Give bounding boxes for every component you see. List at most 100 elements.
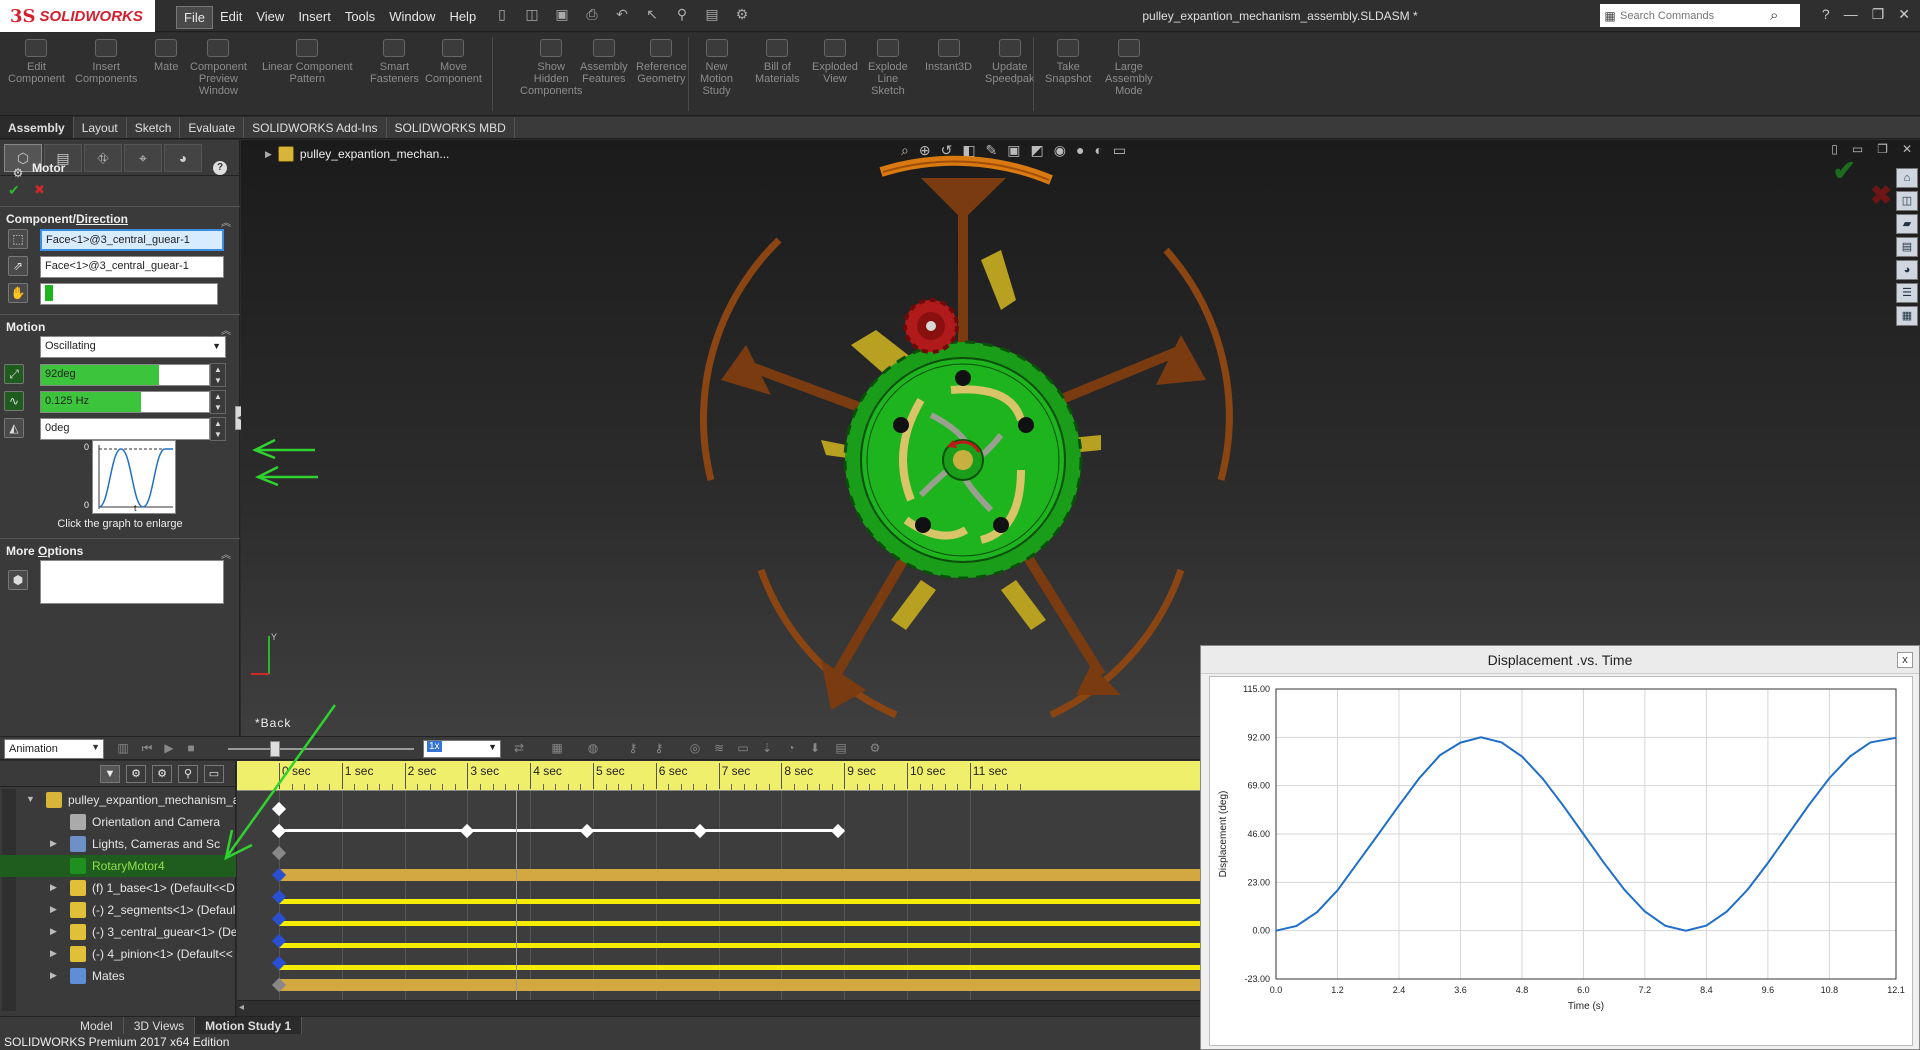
menu-item-file[interactable]: File — [176, 6, 213, 29]
cmd-reference-geometry[interactable]: Reference Geometry — [636, 39, 687, 85]
new-document-icon[interactable]: ▯ — [490, 6, 514, 26]
expand-icon[interactable]: ▶ — [50, 904, 60, 915]
calculate-icon[interactable]: ▥ — [114, 740, 132, 757]
tree-item[interactable]: RotaryMotor4 — [0, 855, 236, 877]
menu-item-help[interactable]: Help — [442, 6, 483, 29]
print-icon[interactable]: ⎙ — [580, 6, 604, 26]
component-face-field[interactable]: Face<1>@3_central_guear-1 — [40, 229, 224, 251]
timeline-row[interactable] — [237, 798, 1200, 820]
timeline-row[interactable] — [237, 908, 1200, 930]
design-library-icon[interactable]: ▰ — [1896, 214, 1918, 234]
cmd-assembly-features[interactable]: Assembly Features — [580, 39, 628, 85]
playback-speed-select[interactable]: 1x ▼ — [423, 740, 501, 758]
keyframe[interactable] — [692, 823, 707, 839]
tab-layout[interactable]: Layout — [74, 117, 127, 138]
tree-item[interactable]: ▼ pulley_expantion_mechanism_a — [0, 789, 236, 811]
collapse-all-icon[interactable]: ▭ — [204, 765, 224, 783]
keyframe[interactable] — [460, 823, 475, 839]
play-icon[interactable]: ▶ — [160, 740, 178, 757]
motor-tool-icon[interactable]: ◎ — [686, 740, 704, 757]
tab-motion-study-1[interactable]: Motion Study 1 — [195, 1017, 303, 1034]
menu-item-window[interactable]: Window — [382, 6, 442, 29]
cancel-button[interactable]: ✖ — [34, 182, 45, 198]
tree-item[interactable]: ▶ (f) 1_base<1> (Default<<D — [0, 877, 236, 899]
confirm-cancel-icon[interactable]: ✖ — [1870, 180, 1892, 211]
timeline-row[interactable] — [237, 842, 1200, 864]
timeline-row[interactable] — [237, 974, 1200, 996]
expand-icon[interactable]: ▶ — [50, 970, 60, 981]
timeline-row[interactable] — [237, 820, 1200, 842]
keyframe[interactable] — [830, 823, 845, 839]
cmd-instant3d[interactable]: Instant3D — [925, 39, 972, 73]
add-key-icon[interactable]: ⚷ — [650, 740, 668, 757]
search-commands[interactable]: ▦ ⌕ — [1600, 4, 1800, 27]
save-icon[interactable]: ▣ — [550, 6, 574, 26]
frequency-field[interactable]: 0.125 Hz — [40, 391, 210, 413]
tab-evaluate[interactable]: Evaluate — [180, 117, 245, 138]
graph-title-bar[interactable]: Displacement .vs. Time x — [1201, 646, 1919, 674]
cmd-linear-component-pattern[interactable]: Linear Component Pattern — [262, 39, 353, 85]
animation-wizard-icon[interactable]: ◍ — [584, 740, 602, 757]
menu-item-tools[interactable]: Tools — [338, 6, 382, 29]
expand-icon[interactable]: ▶ — [50, 926, 60, 937]
study-type-select[interactable]: Animation ▼ — [4, 739, 104, 759]
cmd-take-snapshot[interactable]: Take Snapshot — [1045, 39, 1091, 85]
help-icon[interactable]: ? — [213, 161, 227, 175]
home-icon[interactable]: ⌂ — [1896, 168, 1918, 188]
ok-button[interactable]: ✔ — [8, 182, 20, 199]
dimxpert-tab-icon[interactable]: ⌖ — [124, 143, 162, 172]
flyout-tree[interactable]: ▶ pulley_expantion_mechan... — [265, 146, 449, 162]
timeline-row[interactable] — [237, 930, 1200, 952]
play-from-start-icon[interactable]: ⏮ — [138, 740, 156, 757]
displacement-field[interactable]: 92deg — [40, 364, 210, 386]
keyframe[interactable] — [579, 823, 594, 839]
cmd-large-assembly-mode[interactable]: Large Assembly Mode — [1105, 39, 1153, 97]
timeline-row[interactable] — [237, 886, 1200, 908]
viewport-close-icon[interactable]: ✕ — [1902, 142, 1912, 156]
frequency-spinner[interactable]: ▲ ▼ — [210, 390, 226, 414]
keyframe[interactable] — [271, 845, 287, 861]
cmd-move-component[interactable]: Move Component — [425, 39, 482, 85]
custom-properties-icon[interactable]: ☰ — [1896, 283, 1918, 303]
save-animation-icon[interactable]: ▦ — [548, 740, 566, 757]
component-direction-heading[interactable]: Component/Direction — [6, 212, 128, 226]
collapse-motion-icon[interactable]: ︽ — [221, 322, 231, 337]
cmd-insert-components[interactable]: Insert Components — [75, 39, 137, 85]
playback-slider[interactable] — [228, 741, 414, 757]
tree-item[interactable]: ▶ (-) 2_segments<1> (Defaul — [0, 899, 236, 921]
tab-sketch[interactable]: Sketch — [127, 117, 181, 138]
confirm-ok-icon[interactable]: ✔ — [1833, 154, 1856, 187]
load-bearing-faces-list[interactable] — [40, 560, 224, 604]
file-properties-icon[interactable]: ▤ — [700, 6, 724, 26]
tree-item[interactable]: ▶ (-) 3_central_guear<1> (De — [0, 921, 236, 943]
appearances-icon[interactable]: ◕ — [1896, 260, 1918, 280]
viewport-restore-icon[interactable]: ❐ — [1877, 142, 1888, 156]
stop-icon[interactable]: ■ — [182, 740, 200, 757]
more-options-heading[interactable]: More Options — [6, 544, 83, 558]
tree-item[interactable]: ▶ Lights, Cameras and Sc — [0, 833, 236, 855]
keyframe[interactable] — [271, 823, 287, 839]
timeline-row[interactable] — [237, 952, 1200, 974]
cmd-smart-fasteners[interactable]: Smart Fasteners — [370, 39, 419, 85]
cmd-edit-component[interactable]: Edit Component — [8, 39, 65, 85]
cmd-bill-of-materials[interactable]: Bill of Materials — [755, 39, 800, 85]
select-icon[interactable]: ↖ — [640, 6, 664, 26]
collapse-component-direction-icon[interactable]: ︽ — [221, 214, 231, 229]
autokey-icon[interactable]: ⚷ — [624, 740, 642, 757]
search-scope-icon[interactable]: ▦ — [1600, 9, 1620, 23]
direction-face-field[interactable]: Face<1>@3_central_guear-1 — [40, 256, 224, 278]
results-and-plots-icon[interactable]: ▤ — [832, 740, 850, 757]
motion-type-select[interactable]: Oscillating ▼ — [40, 336, 226, 358]
help-icon[interactable]: ? — [1822, 6, 1830, 23]
configuration-tab-icon[interactable]: ⛗ — [84, 143, 122, 172]
search-icon[interactable]: ⌕ — [1770, 7, 1778, 24]
search-input[interactable] — [1620, 9, 1770, 22]
spring-icon[interactable]: ≋ — [710, 740, 728, 757]
gravity-icon[interactable]: ⬇ — [806, 740, 824, 757]
file-explorer-icon[interactable]: ▤ — [1896, 237, 1918, 257]
phase-field[interactable]: 0deg — [40, 418, 210, 440]
cmd-update-speedpak[interactable]: Update Speedpak — [985, 39, 1035, 85]
filter-selected-icon[interactable]: ⚙ — [152, 765, 172, 783]
tree-item[interactable]: Orientation and Camera — [0, 811, 236, 833]
expanded-icon[interactable]: ▼ — [26, 794, 36, 804]
